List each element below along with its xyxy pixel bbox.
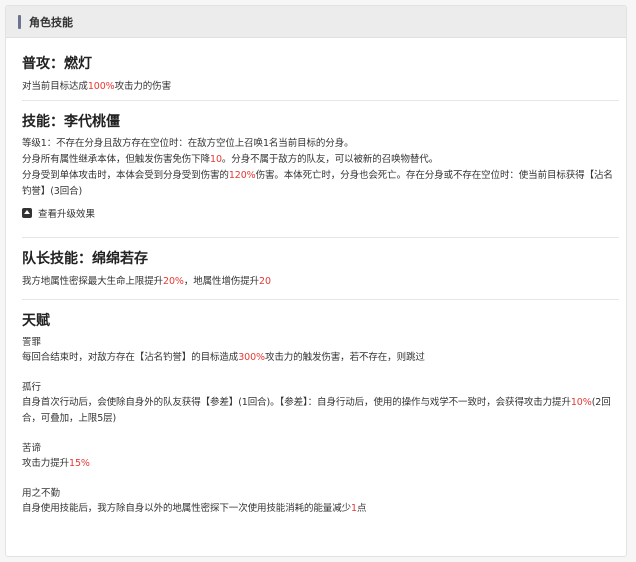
talent-name: 用之不勤	[22, 488, 61, 499]
desc-text: 。分身不属于敌方的队友，可以被新的召唤物替代。	[221, 154, 439, 165]
talent-item: 用之不勤 自身使用技能后，我方除自身以外的地属性密探下一次使用技能消耗的能量减少…	[22, 487, 619, 517]
talent-name: 苦谛	[22, 443, 42, 454]
talent-name: 詈罪	[22, 337, 42, 348]
desc-text: 我方地属性密探最大生命上限提升	[22, 276, 164, 287]
desc-text: 攻击力提升	[22, 458, 70, 469]
upgrade-effect-toggle[interactable]: 查看升级效果	[22, 205, 619, 221]
skill-section: 技能：李代桃僵 等级1：不存在分身且敌方存在空位时：在敌方空位上召唤1名当前目标…	[22, 101, 619, 238]
character-skills-panel: 角色技能 普攻：燃灯 对当前目标达成100%攻击力的伤害 技能：李代桃僵 等级1…	[5, 5, 627, 557]
desc-text: 等级1：不存在分身且敌方存在空位时：在敌方空位上召唤1名当前目标的分身。	[22, 138, 354, 149]
skill-line-3: 分身受到单体攻击时，本体会受到分身受到伤害的120%伤害。本体死亡时，分身也会死…	[22, 168, 619, 200]
desc-text: 自身使用技能后，我方除自身以外的地属性密探下一次使用技能消耗的能量减少	[22, 503, 352, 514]
talent-desc: 自身使用技能后，我方除自身以外的地属性密探下一次使用技能消耗的能量减少1点	[22, 501, 619, 517]
desc-text: 点	[356, 503, 367, 514]
chevron-up-icon	[22, 208, 32, 218]
normal-attack-title: 普攻：燃灯	[22, 56, 92, 72]
talent-desc: 攻击力提升15%	[22, 456, 619, 472]
header-accent-bar	[18, 14, 21, 29]
talent-desc: 自身首次行动后，会使除自身外的队友获得【参差】(1回合)。【参差】：自身行动后，…	[22, 395, 619, 427]
talents-section: 天赋 詈罪 每回合结束时，对敌方存在【沾名钓誉】的目标造成300%攻击力的触发伤…	[22, 300, 619, 517]
desc-text: 分身受到单体攻击时，本体会受到分身受到伤害的	[22, 170, 229, 181]
panel-content: 普攻：燃灯 对当前目标达成100%攻击力的伤害 技能：李代桃僵 等级1：不存在分…	[6, 38, 626, 517]
panel-header: 角色技能	[6, 6, 626, 38]
desc-value: 20	[259, 276, 271, 287]
desc-value: 15%	[69, 458, 90, 469]
talent-name: 孤行	[22, 382, 42, 393]
desc-value: 120%	[228, 170, 256, 181]
skill-title: 技能：李代桃僵	[22, 114, 120, 130]
normal-attack-desc: 对当前目标达成100%攻击力的伤害	[22, 79, 619, 95]
desc-text: 分身所有属性继承本体，但触发伤害免伤下降	[22, 154, 211, 165]
talent-item: 詈罪 每回合结束时，对敌方存在【沾名钓誉】的目标造成300%攻击力的触发伤害，若…	[22, 336, 619, 366]
leader-skill-title: 队长技能：绵绵若存	[22, 251, 148, 267]
skill-line-1: 等级1：不存在分身且敌方存在空位时：在敌方空位上召唤1名当前目标的分身。	[22, 136, 619, 152]
talent-item: 孤行 自身首次行动后，会使除自身外的队友获得【参差】(1回合)。【参差】：自身行…	[22, 381, 619, 427]
desc-value: 20%	[163, 276, 184, 287]
desc-text: 攻击力的触发伤害，若不存在，则跳过	[264, 352, 425, 363]
desc-value: 10	[210, 154, 222, 165]
desc-value: 100%	[87, 81, 115, 92]
talent-desc: 每回合结束时，对敌方存在【沾名钓誉】的目标造成300%攻击力的触发伤害，若不存在…	[22, 350, 619, 366]
leader-skill-section: 队长技能：绵绵若存 我方地属性密探最大生命上限提升20%，地属性增伤提升20	[22, 238, 619, 300]
talents-title: 天赋	[22, 313, 50, 329]
desc-value: 300%	[238, 352, 265, 363]
skill-line-2: 分身所有属性继承本体，但触发伤害免伤下降10。分身不属于敌方的队友，可以被新的召…	[22, 152, 619, 168]
desc-text: ，地属性增伤提升	[183, 276, 260, 287]
desc-value: 10%	[570, 397, 592, 408]
leader-skill-desc: 我方地属性密探最大生命上限提升20%，地属性增伤提升20	[22, 274, 619, 290]
normal-attack-section: 普攻：燃灯 对当前目标达成100%攻击力的伤害	[22, 38, 619, 101]
panel-title: 角色技能	[29, 15, 73, 29]
desc-text: 每回合结束时，对敌方存在【沾名钓誉】的目标造成	[22, 352, 239, 363]
skill-desc: 等级1：不存在分身且敌方存在空位时：在敌方空位上召唤1名当前目标的分身。 分身所…	[22, 136, 619, 200]
desc-text: 对当前目标达成	[22, 81, 88, 92]
desc-text: 攻击力的伤害	[114, 81, 172, 92]
upgrade-toggle-label: 查看升级效果	[38, 209, 96, 220]
talent-item: 苦谛 攻击力提升15%	[22, 442, 619, 472]
desc-text: 自身首次行动后，会使除自身外的队友获得【参差】(1回合)。【参差】：自身行动后，…	[22, 397, 571, 408]
